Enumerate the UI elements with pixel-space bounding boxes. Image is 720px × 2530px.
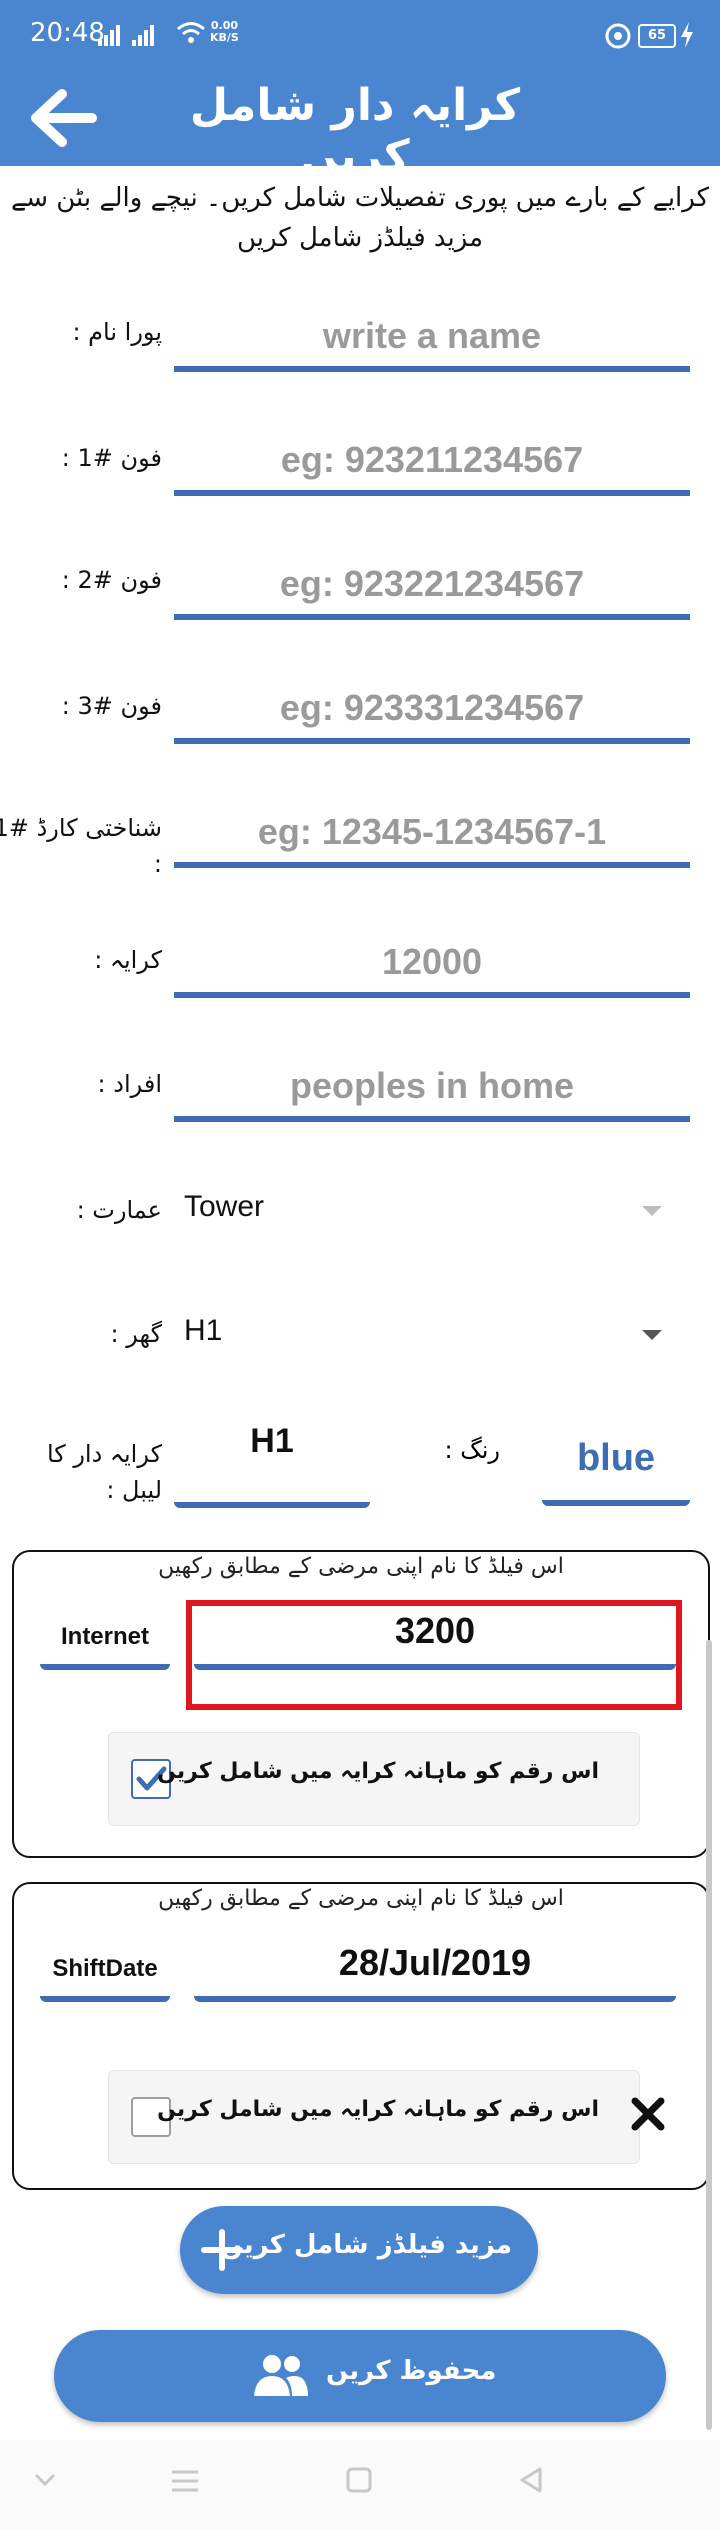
persons-placeholder: peoples in home [289,1065,575,1106]
status-bar: 20:48 0.00 KB/S 65 [0,0,720,70]
custom-field-hint: اس فیلڈ کا نام اپنی مرضی کے مطابق رکھیں [158,1554,564,1579]
phone3-label: فون #3 : [61,692,162,720]
persons-label: افراد : [97,1070,162,1098]
dropdown-arrow-icon [642,1330,662,1340]
battery-icon: 65 [638,24,676,48]
phone3-placeholder: eg: 923331234567 [279,687,585,728]
phone2-field[interactable]: eg: 923221234567 [174,554,690,620]
signal-icon [98,25,154,46]
include-in-rent-label: اس رقم کو ماہانہ کرایہ میں شامل کریں [157,2097,599,2122]
charging-icon [681,22,693,48]
include-in-rent-row[interactable]: اس رقم کو ماہانہ کرایہ میں شامل کریں [108,1732,640,1826]
circle-status-icon [605,23,631,49]
remove-field-icon[interactable] [630,2096,666,2132]
rent-field[interactable]: 12000 [174,932,690,998]
rent-label: کرایہ : [94,946,162,974]
rent-placeholder: 12000 [381,941,483,982]
cnic-label: شناختی کارڈ #1 : [0,814,162,878]
custom-field-card: اس فیلڈ کا نام اپنی مرضی کے مطابق رکھیں … [12,1882,710,2190]
status-time: 20:48 [30,18,105,48]
intro-text: کرایے کے بارے میں پوری تفصیلات شامل کریں… [10,183,710,253]
phone1-placeholder: eg: 923211234567 [280,439,584,480]
tenant-label-field[interactable]: H1 [174,1410,370,1508]
house-select[interactable]: H1 [174,1304,690,1364]
custom-field-name[interactable]: ShiftDate [40,1942,170,2002]
cnic-field[interactable]: eg: 12345-1234567-1 [174,802,690,868]
full-name-field[interactable]: write a name [174,306,690,372]
phone2-placeholder: eg: 923221234567 [279,563,585,604]
wifi-icon [177,22,205,43]
include-in-rent-label: اس رقم کو ماہانہ کرایہ میں شامل کریں [157,1759,599,1784]
building-value: Tower [184,1190,265,1223]
phone2-label: فون #2 : [61,566,162,594]
full-name-label: پورا نام : [72,318,162,346]
color-value: blue [576,1437,656,1479]
cnic-placeholder: eg: 12345-1234567-1 [257,811,607,852]
custom-field-hint: اس فیلڈ کا نام اپنی مرضی کے مطابق رکھیں [158,1886,564,1911]
custom-field-value[interactable]: 28/Jul/2019 [194,1930,676,2002]
scrollbar[interactable] [706,1640,712,2430]
phone1-label: فون #1 : [61,444,162,472]
add-fields-button[interactable]: مزید فیلڈز شامل کریں [180,2206,538,2294]
tenant-label-label: کرایہ دار کا لیبل : [46,1440,162,1504]
navigation-bar [0,2440,720,2530]
network-speed: 0.00 KB/S [210,19,239,44]
phone3-field[interactable]: eg: 923331234567 [174,678,690,744]
building-label: عمارت : [76,1196,162,1224]
phone1-field[interactable]: eg: 923211234567 [174,430,690,496]
tenant-label-value: H1 [250,1422,294,1460]
home-icon[interactable] [345,2466,373,2494]
save-button[interactable]: محفوظ کریں [54,2330,666,2422]
save-label: محفوظ کریں [326,2356,497,2386]
color-picker[interactable]: blue [542,1420,690,1506]
color-label: رنگ : [444,1436,500,1464]
include-in-rent-row[interactable]: اس رقم کو ماہانہ کرایہ میں شامل کریں [108,2070,640,2164]
arrow-left-icon[interactable] [30,88,100,148]
app-bar: کرایہ دار شامل کریں [0,70,720,182]
persons-field[interactable]: peoples in home [174,1056,690,1122]
back-triangle-icon[interactable] [518,2466,544,2494]
highlight-box [186,1600,682,1710]
page-title: کرایہ دار شامل کریں [189,80,521,182]
chevron-down-icon[interactable] [34,2472,56,2488]
custom-field-name[interactable]: Internet [40,1610,170,1670]
people-icon [254,2355,308,2396]
house-label: گھر : [110,1320,162,1348]
building-select[interactable]: Tower [174,1180,690,1240]
full-name-placeholder: write a name [322,315,542,356]
menu-icon[interactable] [170,2468,200,2494]
add-fields-label: مزید فیلڈز شامل کریں [220,2230,512,2260]
dropdown-arrow-icon [642,1206,662,1216]
house-value: H1 [184,1314,223,1347]
